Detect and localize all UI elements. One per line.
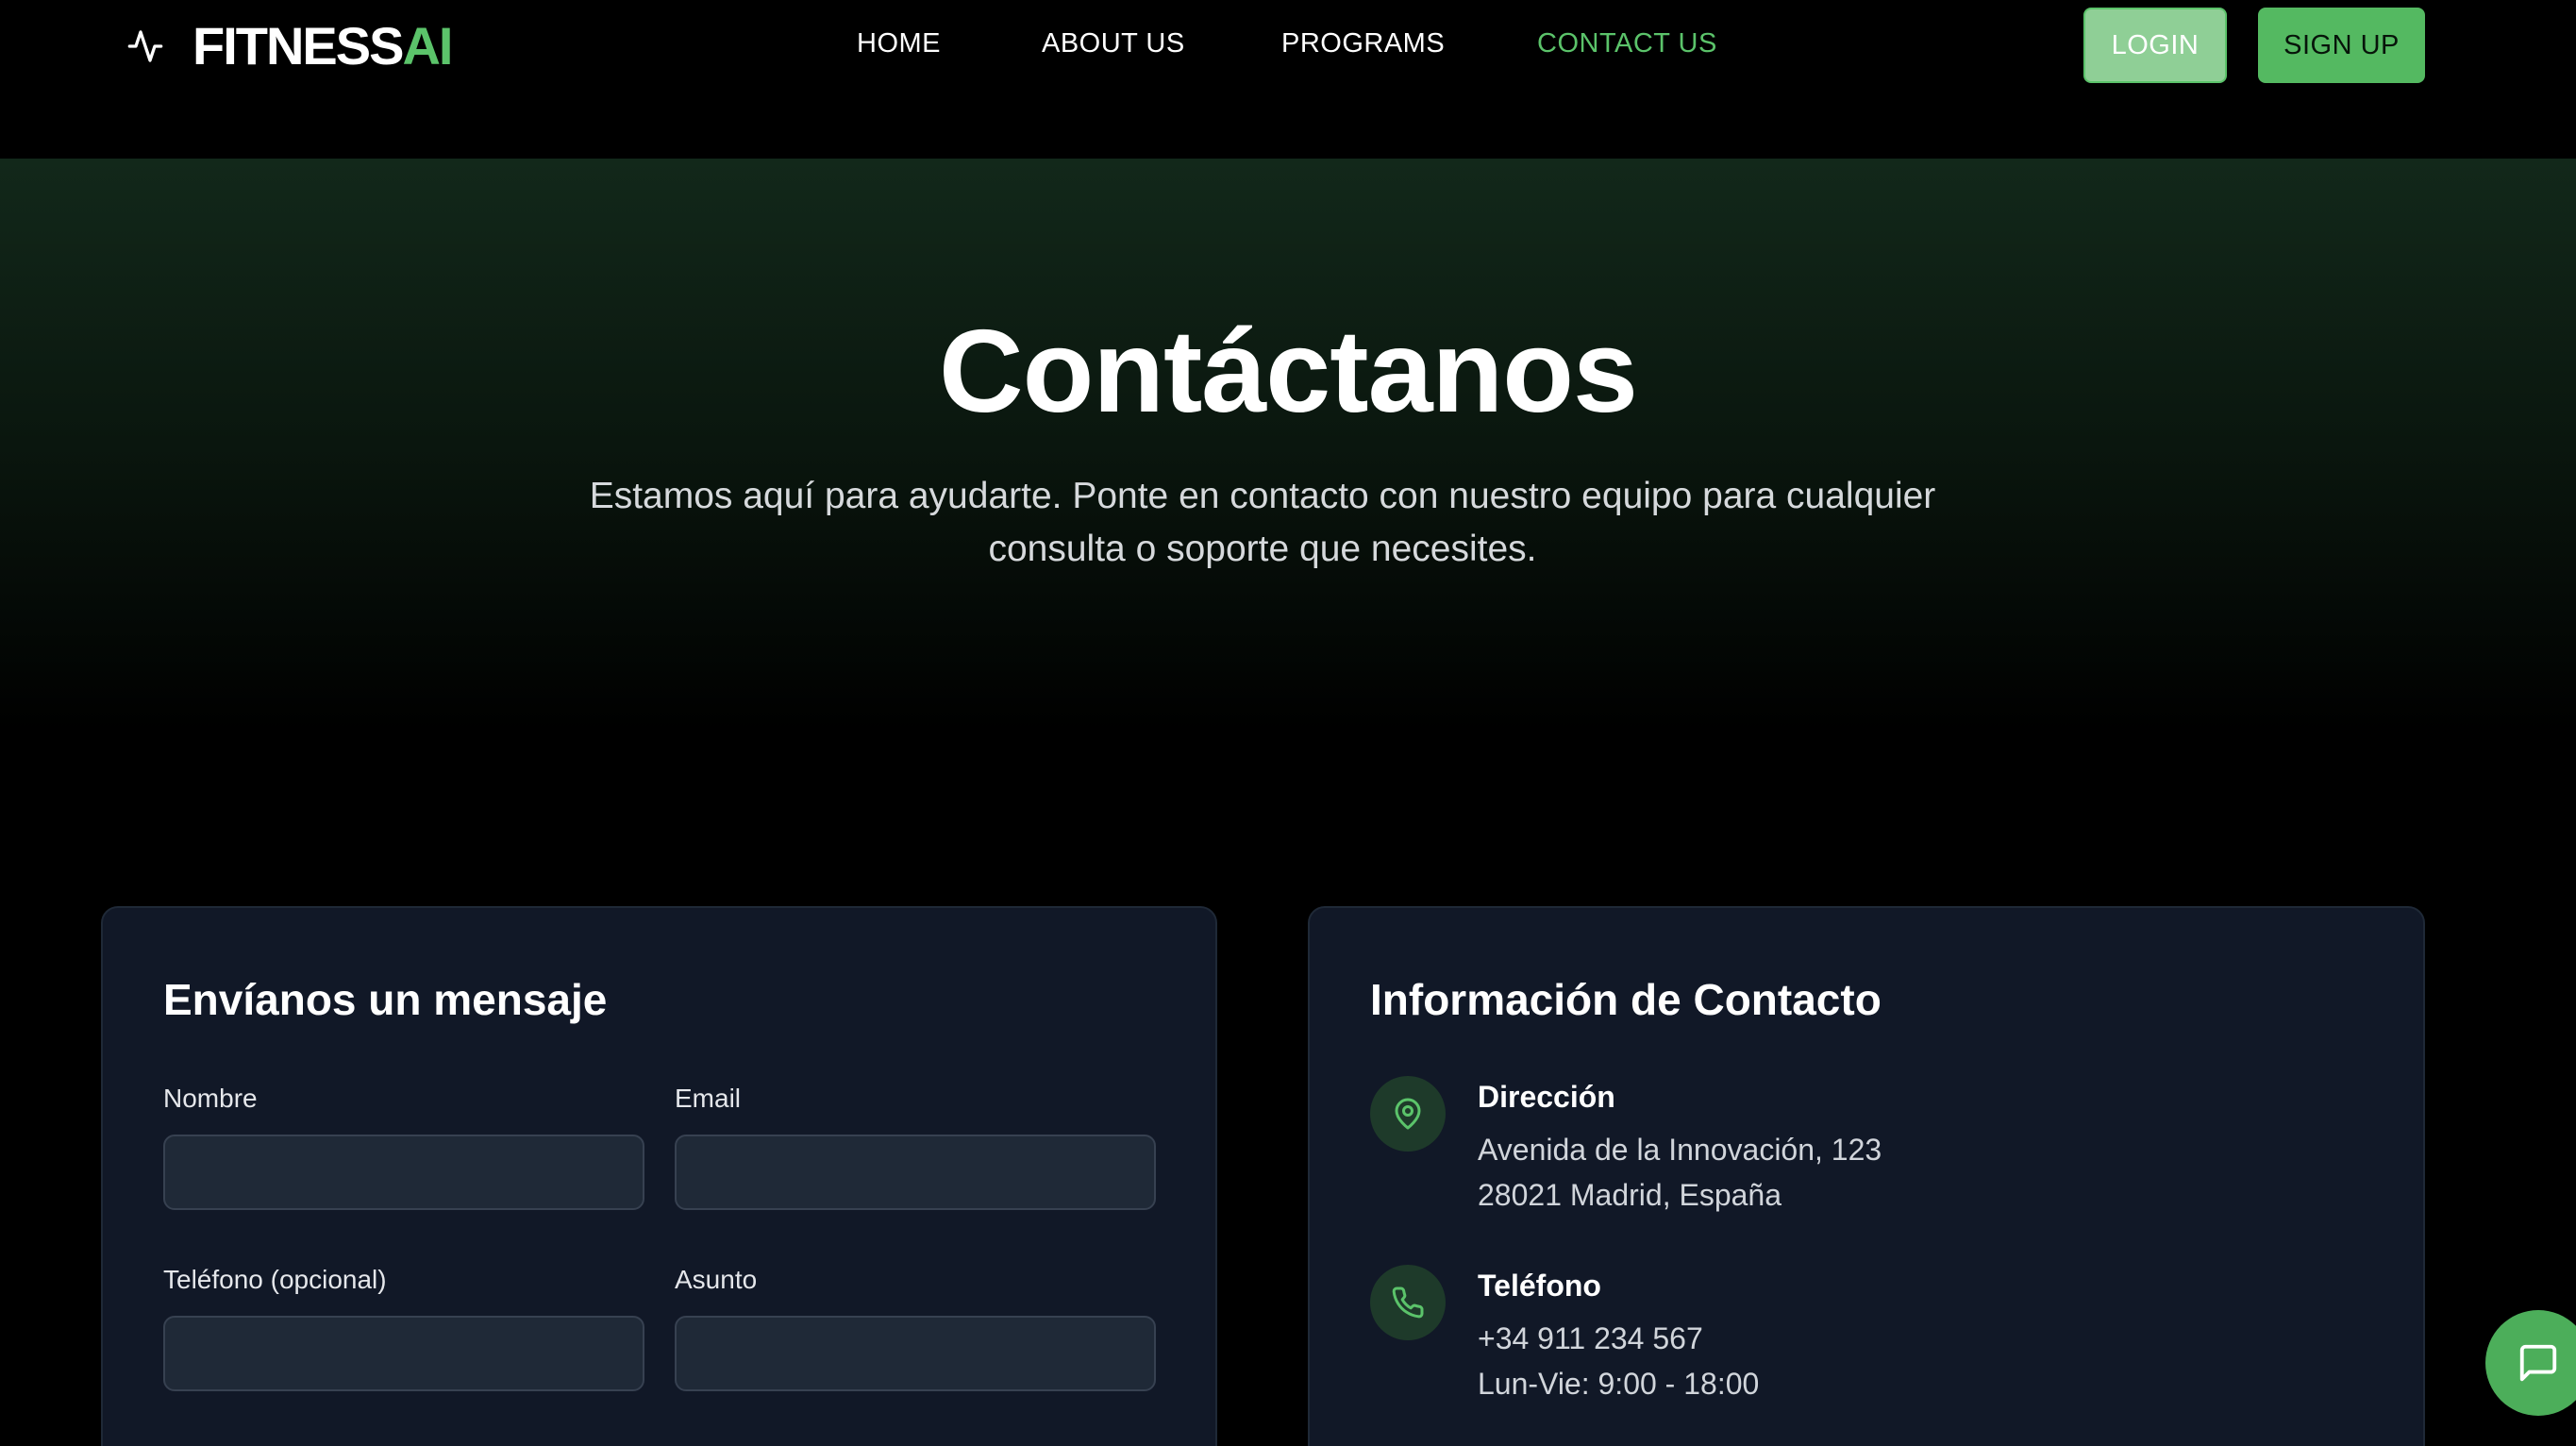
- phone-title: Teléfono: [1478, 1269, 1601, 1303]
- email-label: Email: [675, 1084, 742, 1113]
- name-input[interactable]: [163, 1135, 644, 1210]
- contact-info-title: Información de Contacto: [1370, 975, 1882, 1024]
- subject-input[interactable]: [675, 1316, 1156, 1391]
- form-title: Envíanos un mensaje: [163, 975, 608, 1024]
- phone-number: +34 911 234 567: [1478, 1321, 1703, 1355]
- address-line-1: Avenida de la Innovación, 123: [1478, 1133, 1882, 1167]
- map-pin-icon: [1370, 1076, 1446, 1152]
- contact-info-card: Información de Contacto Dirección Avenid…: [1308, 906, 2425, 1446]
- subject-label: Asunto: [675, 1265, 758, 1294]
- top-navbar: FITNESSAI HOME ABOUT US PROGRAMS CONTACT…: [0, 0, 2576, 159]
- chat-icon: [2519, 1344, 2557, 1382]
- phone-icon: [1370, 1265, 1446, 1340]
- email-input[interactable]: [675, 1135, 1156, 1210]
- signup-button[interactable]: SIGN UP: [2258, 8, 2425, 83]
- address-title: Dirección: [1478, 1080, 1615, 1114]
- phone-input[interactable]: [163, 1316, 644, 1391]
- hero-section: Contáctanos Estamos aquí para ayudarte. …: [0, 159, 2576, 876]
- nav-item-about-us[interactable]: ABOUT US: [1042, 28, 1185, 59]
- phone-label: Teléfono (opcional): [163, 1265, 387, 1294]
- phone-hours: Lun-Vie: 9:00 - 18:00: [1478, 1367, 1760, 1401]
- page-title: Contáctanos: [939, 307, 1638, 437]
- login-button[interactable]: LOGIN: [2083, 8, 2227, 83]
- nav-item-programs[interactable]: PROGRAMS: [1281, 28, 1445, 59]
- name-label: Nombre: [163, 1084, 258, 1113]
- page-subtitle: Estamos aquí para ayudarte. Ponte en con…: [589, 476, 1936, 569]
- nav-item-contact-us[interactable]: CONTACT US: [1537, 28, 1717, 59]
- address-line-2: 28021 Madrid, España: [1478, 1178, 1781, 1212]
- chat-button[interactable]: [2485, 1310, 2576, 1416]
- contact-form-card: Envíanos un mensaje Nombre Email Teléfon…: [101, 906, 1217, 1446]
- nav-item-home[interactable]: HOME: [857, 28, 941, 59]
